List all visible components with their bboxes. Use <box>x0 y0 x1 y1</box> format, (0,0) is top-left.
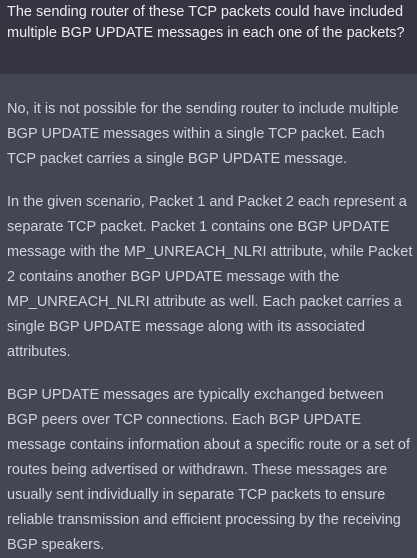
assistant-paragraph: BGP UPDATE messages are typically exchan… <box>7 387 410 553</box>
user-message: The sending router of these TCP packets … <box>0 0 417 74</box>
user-message-text: The sending router of these TCP packets … <box>7 4 405 41</box>
assistant-paragraph: In the given scenario, Packet 1 and Pack… <box>7 194 413 360</box>
assistant-message: No, it is not possible for the sending r… <box>0 74 417 558</box>
assistant-paragraph: No, it is not possible for the sending r… <box>7 101 399 167</box>
